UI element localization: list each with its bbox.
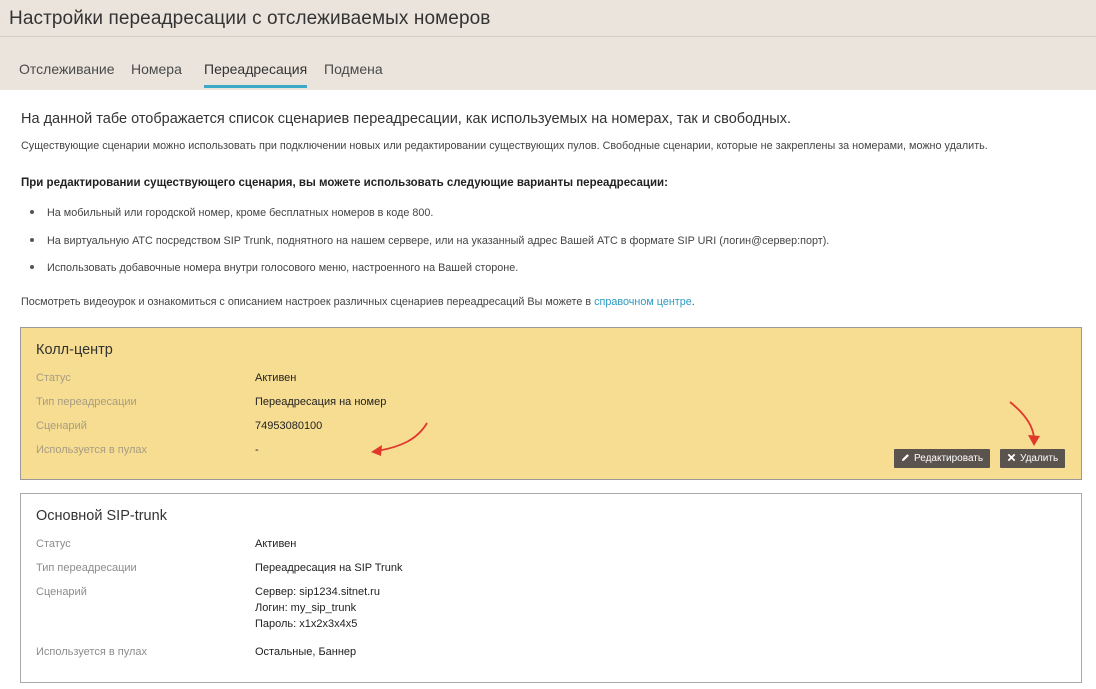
tab-tracking[interactable]: Отслеживание <box>19 52 115 88</box>
header: Настройки переадресации с отслеживаемых … <box>0 0 1096 90</box>
scenario-password: Пароль: x1x2x3x4x5 <box>255 618 358 630</box>
type-label: Тип переадресации <box>36 396 137 408</box>
delete-button[interactable]: Удалить <box>1000 449 1066 468</box>
card-title: Колл-центр <box>36 342 113 358</box>
tab-substitution[interactable]: Подмена <box>324 52 383 88</box>
type-value: Переадресация на SIP Trunk <box>255 562 403 574</box>
bullet-icon <box>30 210 34 215</box>
card-title: Основной SIP-trunk <box>36 508 167 524</box>
scenario-label: Сценарий <box>36 420 87 432</box>
header-divider <box>0 36 1096 37</box>
tab-forwarding[interactable]: Переадресация <box>204 52 308 88</box>
status-label: Статус <box>36 372 71 384</box>
type-label: Тип переадресации <box>36 562 137 574</box>
pencil-icon <box>901 453 909 461</box>
list-item: На мобильный или городской номер, кроме … <box>30 207 433 219</box>
scenario-login: Логин: my_sip_trunk <box>255 602 357 614</box>
bullet-icon <box>30 238 34 243</box>
bullet-icon <box>30 265 34 270</box>
edit-button[interactable]: Редактировать <box>894 449 991 468</box>
scenario-server: Сервер: sip1234.sitnet.ru <box>255 586 380 598</box>
tab-numbers[interactable]: Номера <box>131 52 182 88</box>
page-title: Настройки переадресации с отслеживаемых … <box>9 8 491 29</box>
status-value: Активен <box>255 538 297 550</box>
help-center-link[interactable]: справочном центре <box>594 296 692 308</box>
list-item: Использовать добавочные номера внутри го… <box>30 262 518 274</box>
scenario-label: Сценарий <box>36 586 87 598</box>
scenario-card-sip-trunk: Основной SIP-trunk Статус Активен Тип пе… <box>20 493 1082 683</box>
pools-label: Используется в пулах <box>36 444 148 456</box>
type-value: Переадресация на номер <box>255 396 387 408</box>
pools-value: - <box>255 444 259 456</box>
pools-value: Остальные, Баннер <box>255 646 357 658</box>
close-icon <box>1007 453 1016 462</box>
scenario-value: 74953080100 <box>255 420 323 432</box>
scenario-card-call-center: Колл-центр Статус Активен Тип переадреса… <box>20 327 1082 480</box>
intro-text: На данной табе отображается список сцена… <box>21 111 791 127</box>
help-text: Посмотреть видеоурок и ознакомиться с оп… <box>21 296 695 308</box>
pools-label: Используется в пулах <box>36 646 148 658</box>
intro-subtext: Существующие сценарии можно использовать… <box>21 140 988 152</box>
status-value: Активен <box>255 372 297 384</box>
status-label: Статус <box>36 538 71 550</box>
list-item: На виртуальную АТС посредством SIP Trunk… <box>30 235 829 247</box>
forwarding-options-heading: При редактировании существующего сценари… <box>21 177 668 189</box>
